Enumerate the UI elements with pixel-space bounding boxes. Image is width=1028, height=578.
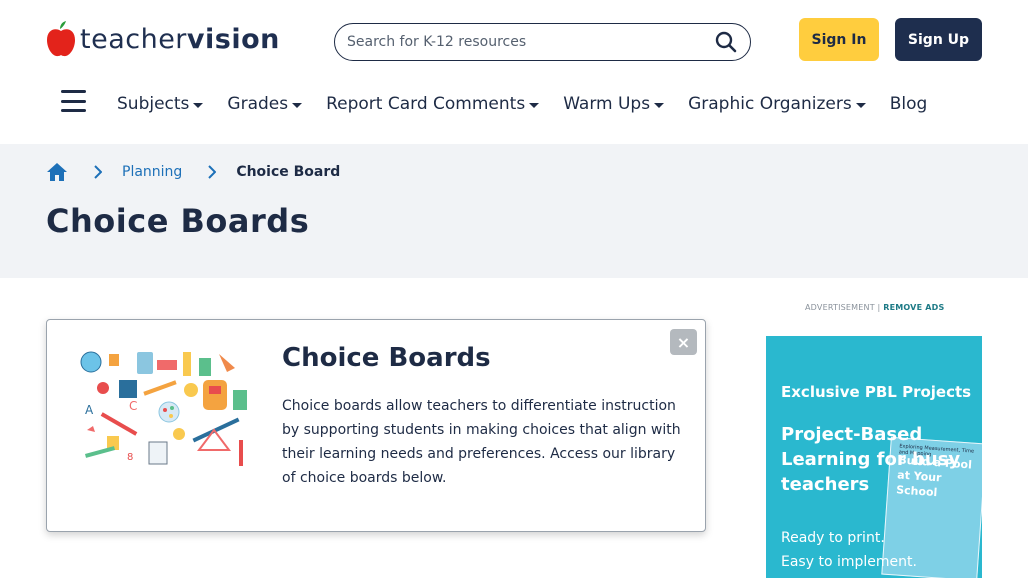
logo-text-vision: vision [186,23,280,55]
nav-grades-label: Grades [227,94,289,114]
nav-report-card-comments-label: Report Card Comments [326,94,526,114]
chevron-right-icon [208,165,217,179]
nav-subjects-label: Subjects [117,94,190,114]
breadcrumb-current: Choice Board [236,164,341,180]
search-bar [334,23,751,61]
apple-icon [47,21,75,57]
ad-headline: Project-Based Learning for busy teachers [781,424,961,495]
close-button[interactable]: × [670,329,697,355]
svg-text:A: A [85,403,94,417]
nav-warm-ups[interactable]: Warm Ups [563,94,665,114]
home-icon[interactable] [46,162,68,182]
caret-down-icon [654,102,665,108]
nav-warm-ups-label: Warm Ups [563,94,651,114]
ad-kicker: Exclusive PBL Projects [781,383,972,401]
ad-body: Ready to print. Easy to implement. [781,526,961,574]
card-title: Choice Boards [282,343,491,373]
remove-ads-link[interactable]: REMOVE ADS [883,303,944,312]
nav-subjects[interactable]: Subjects [117,94,204,114]
nav-report-card-comments[interactable]: Report Card Comments [326,94,540,114]
search-input[interactable] [347,34,714,50]
breadcrumb: Planning Choice Board [46,160,340,184]
breadcrumb-planning[interactable]: Planning [122,164,182,180]
svg-text:C: C [129,399,137,413]
logo-wordmark: teachervision [80,26,280,53]
caret-down-icon [292,102,303,108]
nav-grades[interactable]: Grades [227,94,303,114]
school-supplies-illustration: A C 8 [79,350,251,468]
card-description: Choice boards allow teachers to differen… [282,398,681,486]
caret-down-icon [855,102,866,108]
chevron-right-icon [94,165,102,179]
ad-label-text: ADVERTISEMENT | [805,303,881,312]
svg-text:8: 8 [127,452,133,463]
hamburger-menu-icon[interactable] [61,90,86,112]
nav-blog-label: Blog [889,94,928,114]
nav-blog[interactable]: Blog [890,94,928,114]
caret-down-icon [193,102,204,108]
advertisement-label: ADVERTISEMENT | REMOVE ADS [805,303,944,312]
search-icon[interactable] [714,30,738,54]
pbl-advertisement[interactable]: Exclusive PBL Projects Exploring Measure… [766,336,982,578]
sign-in-button[interactable]: Sign In [799,18,879,61]
nav-graphic-organizers-label: Graphic Organizers [688,94,852,114]
sign-up-button[interactable]: Sign Up [895,18,982,61]
page-title: Choice Boards [46,202,310,240]
main-nav: Subjects Grades Report Card Comments War… [117,91,951,117]
logo-text-teacher: teacher [80,23,187,55]
nav-graphic-organizers[interactable]: Graphic Organizers [688,94,866,114]
teachervision-logo[interactable]: teachervision [46,20,280,58]
ad-body-line-2: Easy to implement. [781,554,917,570]
ad-body-line-1: Ready to print. [781,530,885,546]
caret-down-icon [529,102,540,108]
